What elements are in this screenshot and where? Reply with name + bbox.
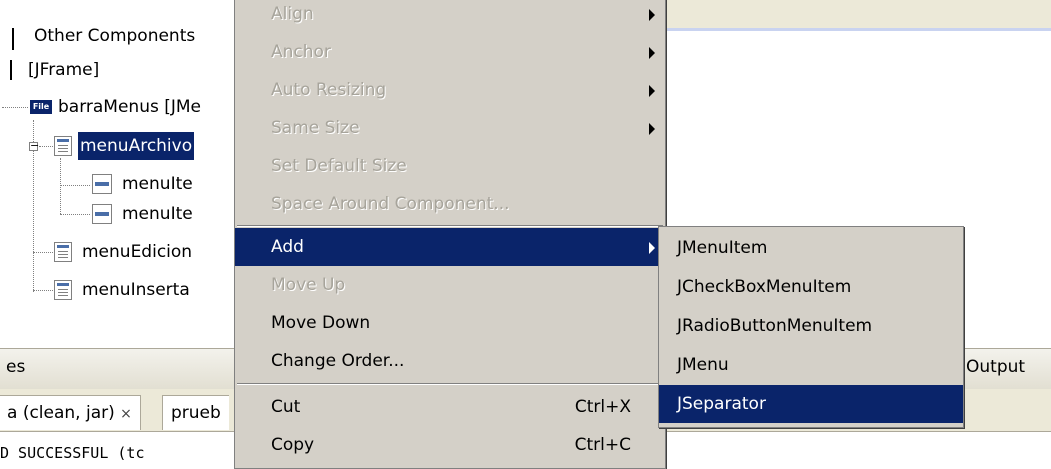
tree-item-label: menuInserta	[82, 280, 190, 300]
shortcut-label: Ctrl+C	[574, 435, 631, 455]
menu-item-label: Same Size	[271, 118, 360, 138]
tree-item-menuinserta[interactable]: menuInserta	[0, 276, 235, 304]
menu-item-change-order[interactable]: Change Order...	[235, 342, 665, 380]
menu-item-label: Auto Resizing	[271, 80, 387, 100]
menu-icon	[54, 136, 72, 156]
navigator-panel: Other Components [JFrame] File barraMenu…	[0, 0, 235, 348]
panel-title: es	[6, 357, 26, 377]
menu-item-same-size[interactable]: Same Size	[235, 109, 665, 147]
output-tab[interactable]: Output	[966, 357, 1025, 377]
tree-item-barramenus[interactable]: File barraMenus [JMe	[0, 93, 235, 121]
menu-item-label: JCheckBoxMenuItem	[677, 277, 852, 297]
submenu-arrow-icon	[649, 123, 655, 135]
submenu-arrow-icon	[649, 9, 655, 21]
design-area-toolbar	[666, 0, 1051, 31]
menuitem-icon	[92, 174, 112, 194]
tab-prueba[interactable]: prueb	[162, 395, 229, 430]
menu-item-space-around-component[interactable]: Space Around Component...	[235, 185, 665, 223]
menu-item-label: Align	[271, 4, 314, 24]
submenu-item-jradiobuttonmenuitem[interactable]: JRadioButtonMenuItem	[659, 307, 963, 345]
menu-item-align[interactable]: Align	[235, 0, 665, 33]
menu-item-label: Copy	[271, 435, 315, 455]
submenu-arrow-icon	[649, 85, 655, 97]
tab-label: prueb	[171, 403, 221, 423]
menu-item-label: JMenu	[677, 355, 729, 375]
tree-item-menuitem-2[interactable]: menuIte	[0, 200, 235, 228]
menu-item-auto-resizing[interactable]: Auto Resizing	[235, 71, 665, 109]
shortcut-label: Ctrl+X	[574, 397, 631, 417]
submenu-item-jmenu[interactable]: JMenu	[659, 346, 963, 384]
menu-item-label: JSeparator	[677, 394, 766, 414]
menu-item-label: JMenuItem	[677, 238, 768, 258]
menu-item-copy[interactable]: Copy Ctrl+C	[235, 426, 665, 464]
menu-item-anchor[interactable]: Anchor	[235, 33, 665, 71]
tree-item-label: Other Components	[34, 26, 196, 46]
tree-item-label: menuIte	[122, 204, 193, 224]
menu-item-label: Cut	[271, 397, 301, 417]
tree-item-menuedicion[interactable]: menuEdicion	[0, 238, 235, 266]
submenu-arrow-icon	[649, 47, 655, 59]
tab-clean-jar[interactable]: a (clean, jar) ×	[0, 395, 141, 430]
menu-item-move-up[interactable]: Move Up	[235, 266, 665, 304]
add-submenu: JMenuItem JCheckBoxMenuItem JRadioButton…	[658, 226, 964, 428]
tree-item-label: menuArchivo	[78, 132, 195, 160]
tree-item-label: menuEdicion	[82, 242, 193, 262]
tree-item-other-components[interactable]: Other Components	[0, 22, 235, 50]
tree-item-menuarchivo[interactable]: menuArchivo	[0, 132, 235, 160]
menubar-icon: File	[30, 100, 52, 114]
menu-separator	[237, 383, 663, 385]
menu-icon	[54, 280, 72, 300]
menu-item-label: Space Around Component...	[271, 194, 510, 214]
menu-icon	[54, 242, 72, 262]
console-line: D SUCCESSFUL (tc	[0, 444, 145, 462]
menu-item-add[interactable]: Add	[235, 228, 665, 266]
tree-item-menuitem-1[interactable]: menuIte	[0, 170, 235, 198]
menu-item-label: JRadioButtonMenuItem	[677, 316, 873, 336]
menu-item-set-default-size[interactable]: Set Default Size	[235, 147, 665, 185]
menu-item-cut[interactable]: Cut Ctrl+X	[235, 388, 665, 426]
close-icon[interactable]: ×	[120, 406, 132, 422]
menu-item-label: Change Order...	[271, 351, 405, 371]
tree-item-label: menuIte	[122, 174, 193, 194]
submenu-arrow-icon	[649, 242, 655, 254]
tree-item-label: barraMenus [JMe	[58, 97, 202, 117]
submenu-item-jcheckboxmenuitem[interactable]: JCheckBoxMenuItem	[659, 268, 963, 306]
menu-item-label: Set Default Size	[271, 156, 407, 176]
menuitem-icon	[92, 204, 112, 224]
menu-item-label: Anchor	[271, 42, 331, 62]
submenu-item-jmenuitem[interactable]: JMenuItem	[659, 229, 963, 267]
tab-label: a (clean, jar)	[7, 403, 115, 423]
menu-item-move-down[interactable]: Move Down	[235, 304, 665, 342]
tree-item-jframe[interactable]: [JFrame]	[0, 56, 235, 84]
menu-item-label: Move Down	[271, 313, 371, 333]
menu-item-label: Move Up	[271, 275, 346, 295]
menu-item-label: Add	[271, 237, 304, 257]
menu-separator	[237, 225, 663, 227]
context-menu: Align Anchor Auto Resizing Same Size Set…	[234, 0, 666, 469]
submenu-item-jseparator[interactable]: JSeparator	[659, 385, 963, 423]
tree-item-label: [JFrame]	[28, 60, 100, 80]
